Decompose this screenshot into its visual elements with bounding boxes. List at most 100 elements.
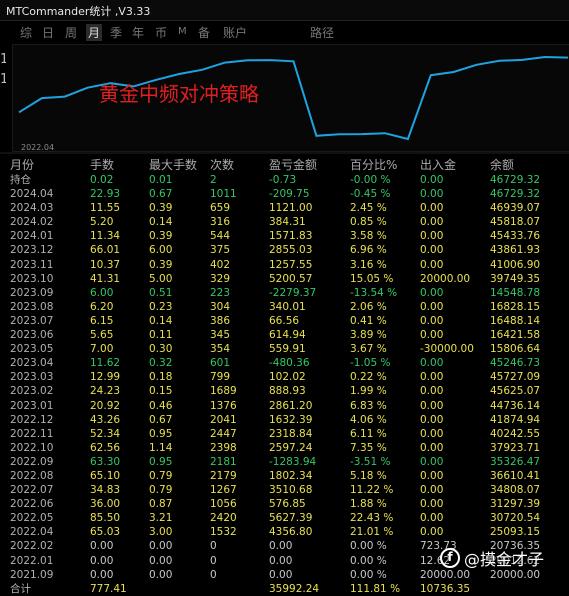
- table-row-cell-6: 0.00: [420, 371, 444, 384]
- table-row-cell-6: 0.00: [420, 526, 444, 539]
- table-row-cell-1: 65.10: [90, 469, 121, 482]
- table-row-cell-5: 11.22 %: [350, 484, 394, 497]
- table-row-cell-6: 20000.00: [420, 272, 471, 285]
- table-footer-cell-1: 777.41: [90, 582, 127, 595]
- table-row-cell-4: 0.00: [269, 568, 293, 581]
- table-row-cell-5: 7.35 %: [350, 441, 387, 454]
- table-row-cell-4: 1802.34: [269, 469, 313, 482]
- table-row-cell-5: 21.01 %: [350, 526, 394, 539]
- tab-5[interactable]: 年: [130, 24, 146, 41]
- tab-0[interactable]: 综: [18, 24, 34, 41]
- tab-4[interactable]: 季: [108, 24, 124, 41]
- table-row-cell-1: 6.00: [90, 286, 114, 299]
- table-row-cell-1: 24.23: [90, 385, 121, 398]
- table-row-cell-2: 5.00: [149, 272, 173, 285]
- table-row-cell-6: 0.00: [420, 216, 444, 229]
- table-row-cell-0: 2022.07: [10, 484, 54, 497]
- table-row-cell-5: 3.67 %: [350, 343, 387, 356]
- table-row-cell-1: 65.03: [90, 526, 121, 539]
- table-row-cell-7: 43861.93: [490, 244, 541, 257]
- table-footer-cell-0: 合计: [10, 582, 31, 595]
- x-start-label: 2022.04: [21, 143, 55, 152]
- table-row: 2024.01 11.34 0.39 544 1571.83 3.58 % 0.00 4543…: [0, 229, 569, 243]
- table-row-cell-4: 576.85: [269, 498, 306, 511]
- table-row-cell-1: 0.00: [90, 540, 114, 553]
- tab-6[interactable]: 币: [153, 24, 169, 41]
- table-row-cell-3: 304: [210, 300, 231, 313]
- table-row-cell-3: 2181: [210, 455, 237, 468]
- table-row-cell-1: 6.20: [90, 300, 114, 313]
- table-row: 2023.04 11.62 0.32 601 -480.36 -1.05 % 0.00 452…: [0, 356, 569, 370]
- table-row-cell-2: 0.30: [149, 343, 173, 356]
- table-row: 2023.06 5.65 0.11 345 614.94 3.89 % 0.00 16421.…: [0, 328, 569, 342]
- table-header-cell-6: 出入金: [420, 158, 457, 172]
- table-row-cell-5: 6.11 %: [350, 427, 387, 440]
- tab-9[interactable]: 账户: [221, 24, 249, 41]
- table-row-cell-2: 6.00: [149, 244, 173, 257]
- table-row-cell-1: 7.00: [90, 343, 114, 356]
- table-row: 2022.06 36.00 0.87 1056 576.85 1.88 % 0.00 3129…: [0, 497, 569, 511]
- table-row-cell-2: 0.46: [149, 399, 173, 412]
- table-row-cell-7: 31297.39: [490, 498, 541, 511]
- table-row-cell-0: 2023.03: [10, 371, 54, 384]
- table-row: 2022.08 65.10 0.79 2179 1802.34 5.18 % 0.00 366…: [0, 469, 569, 483]
- tab-10[interactable]: 路径: [308, 24, 336, 41]
- table-row-cell-3: 1376: [210, 399, 237, 412]
- table-row-cell-0: 2023.04: [10, 357, 54, 370]
- table-row: 2022.11 52.34 0.95 2447 2318.84 6.11 % 0.00 402…: [0, 427, 569, 441]
- table-row-cell-7: 14548.78: [490, 286, 541, 299]
- table-row-cell-3: 1532: [210, 526, 237, 539]
- table-row-cell-3: 544: [210, 230, 231, 243]
- table-row: 2022.10 62.56 1.14 2398 2597.24 7.35 % 0.00 379…: [0, 441, 569, 455]
- table-row-cell-5: 0.85 %: [350, 216, 387, 229]
- table-row-cell-0: 2022.05: [10, 512, 54, 525]
- table-header-cell-7: 余额: [490, 158, 515, 172]
- table-row-cell-5: -3.51 %: [350, 455, 391, 468]
- table-row-cell-4: 0.00: [269, 540, 293, 553]
- tab-7[interactable]: M: [176, 26, 189, 37]
- divider: [0, 152, 569, 154]
- table-row-cell-1: 20.92: [90, 399, 121, 412]
- table-row-cell-3: 2420: [210, 512, 237, 525]
- table-row-cell-1: 0.02: [90, 174, 114, 186]
- table-row-cell-0: 2023.09: [10, 286, 54, 299]
- table-row-cell-0: 2022.04: [10, 526, 54, 539]
- table-row-cell-4: -480.36: [269, 357, 310, 370]
- table-row-cell-6: -30000.00: [420, 343, 474, 356]
- table-row-cell-1: 12.99: [90, 371, 121, 384]
- table-row-cell-5: 5.18 %: [350, 469, 387, 482]
- table-row-cell-0: 2021.09: [10, 568, 54, 581]
- table-row-cell-0: 2023.06: [10, 329, 54, 342]
- table-row-cell-1: 62.56: [90, 441, 121, 454]
- strategy-label: 黄金中频对冲策略: [99, 82, 259, 106]
- table-row-cell-4: 0.00: [269, 554, 293, 567]
- tab-3[interactable]: 月: [86, 24, 103, 41]
- table-row-cell-7: 16421.58: [490, 329, 541, 342]
- table-row-cell-1: 0.00: [90, 568, 114, 581]
- table-row-cell-0: 2022.11: [10, 427, 54, 440]
- tab-8[interactable]: 备: [196, 24, 212, 41]
- table-row-cell-0: 2022.06: [10, 498, 54, 511]
- table-row-cell-6: 0.00: [420, 202, 444, 215]
- table-row-cell-5: 2.45 %: [350, 202, 387, 215]
- table-row-cell-4: 2597.24: [269, 441, 313, 454]
- table-row-cell-1: 63.30: [90, 455, 121, 468]
- table-row-cell-2: 0.18: [149, 371, 173, 384]
- tab-1[interactable]: 日: [40, 24, 56, 41]
- table-row-cell-7: 44736.14: [490, 399, 541, 412]
- table-row-cell-6: 0.00: [420, 484, 444, 497]
- table-row-cell-4: -2279.37: [269, 286, 317, 299]
- table-row-cell-2: 0.32: [149, 357, 173, 370]
- table-row-cell-1: 36.00: [90, 498, 121, 511]
- tab-2[interactable]: 周: [63, 24, 79, 41]
- table-row-cell-0: 2024.01: [10, 230, 54, 243]
- table-row-cell-6: 0.00: [420, 469, 444, 482]
- table-row-cell-3: 0: [210, 554, 217, 567]
- table-row-cell-7: 45246.73: [490, 357, 541, 370]
- watermark-text: @摸金才子: [464, 550, 545, 569]
- table-row-cell-4: 5627.39: [269, 512, 313, 525]
- table-row-cell-5: -13.54 %: [350, 286, 398, 299]
- table-row-cell-4: 340.01: [269, 300, 306, 313]
- table-row-cell-2: 0.11: [149, 329, 173, 342]
- table-row: 2022.07 34.83 0.79 1267 3510.68 11.22 % 0.00 34…: [0, 483, 569, 497]
